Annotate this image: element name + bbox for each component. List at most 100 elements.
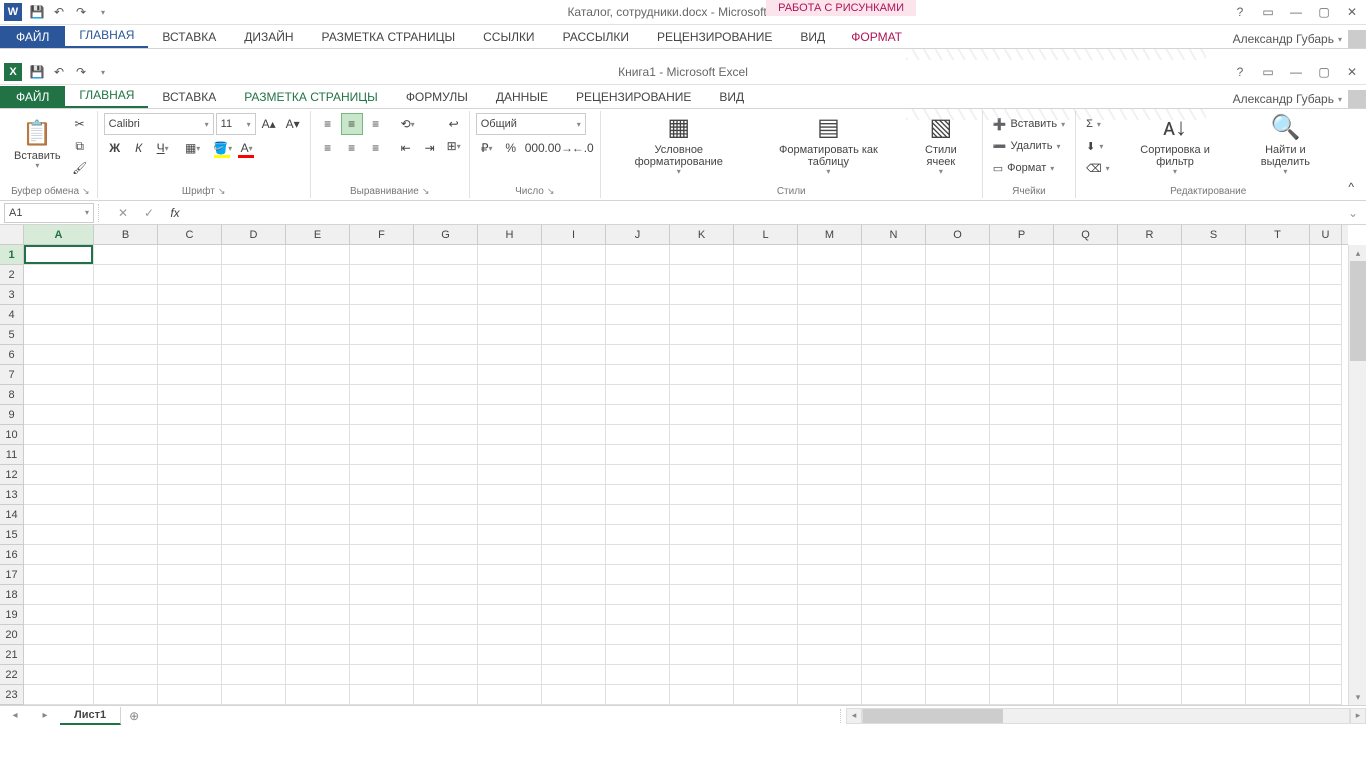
cell[interactable] <box>414 345 478 365</box>
cell[interactable] <box>542 305 606 325</box>
cell[interactable] <box>862 645 926 665</box>
cell[interactable] <box>1054 485 1118 505</box>
cell[interactable] <box>926 325 990 345</box>
column-header-G[interactable]: G <box>414 225 478 244</box>
cell[interactable] <box>990 445 1054 465</box>
column-header-H[interactable]: H <box>478 225 542 244</box>
row-header-11[interactable]: 11 <box>0 445 23 465</box>
cell[interactable] <box>158 385 222 405</box>
cell[interactable] <box>478 645 542 665</box>
cell[interactable] <box>542 605 606 625</box>
cell[interactable] <box>862 605 926 625</box>
word-tab-file[interactable]: ФАЙЛ <box>0 26 65 48</box>
cell[interactable] <box>222 465 286 485</box>
cell[interactable] <box>1054 505 1118 525</box>
cell[interactable] <box>734 245 798 265</box>
cell[interactable] <box>926 585 990 605</box>
cell[interactable] <box>926 265 990 285</box>
cell[interactable] <box>24 245 94 265</box>
cell[interactable] <box>926 305 990 325</box>
cell[interactable] <box>926 285 990 305</box>
cell[interactable] <box>222 505 286 525</box>
cancel-formula-icon[interactable]: ✕ <box>112 203 134 223</box>
cell[interactable] <box>670 445 734 465</box>
align-center-icon[interactable]: ≡ <box>341 137 363 159</box>
select-all-corner[interactable] <box>0 225 24 245</box>
increase-indent-icon[interactable]: ⇥ <box>419 137 441 159</box>
cell[interactable] <box>990 265 1054 285</box>
cell[interactable] <box>158 585 222 605</box>
cell[interactable] <box>414 405 478 425</box>
cell[interactable] <box>94 345 158 365</box>
cell[interactable] <box>990 565 1054 585</box>
align-top-icon[interactable]: ≡ <box>317 113 339 135</box>
cell[interactable] <box>990 245 1054 265</box>
cell[interactable] <box>1246 305 1310 325</box>
cell[interactable] <box>158 605 222 625</box>
cell[interactable] <box>1054 645 1118 665</box>
cell[interactable] <box>222 565 286 585</box>
cell[interactable] <box>606 265 670 285</box>
cell[interactable] <box>542 385 606 405</box>
row-header-6[interactable]: 6 <box>0 345 23 365</box>
cell[interactable] <box>990 465 1054 485</box>
cell[interactable] <box>734 665 798 685</box>
cell[interactable] <box>1182 625 1246 645</box>
row-header-20[interactable]: 20 <box>0 625 23 645</box>
cell[interactable] <box>1310 365 1342 385</box>
cell[interactable] <box>1054 605 1118 625</box>
cell[interactable] <box>798 585 862 605</box>
cell[interactable] <box>1054 685 1118 705</box>
cell[interactable] <box>350 465 414 485</box>
cell[interactable] <box>990 405 1054 425</box>
horizontal-scrollbar[interactable]: ◂ ▸ <box>846 708 1366 724</box>
column-header-F[interactable]: F <box>350 225 414 244</box>
cell[interactable] <box>1182 385 1246 405</box>
format-cells-button[interactable]: ▭Формат▾ <box>989 157 1069 179</box>
cell[interactable] <box>798 365 862 385</box>
excel-tab-file[interactable]: ФАЙЛ <box>0 86 65 108</box>
cell[interactable] <box>350 665 414 685</box>
cell[interactable] <box>350 365 414 385</box>
cell[interactable] <box>1310 465 1342 485</box>
cell[interactable] <box>1246 425 1310 445</box>
cell[interactable] <box>158 405 222 425</box>
cell[interactable] <box>478 605 542 625</box>
cell[interactable] <box>158 245 222 265</box>
cell[interactable] <box>158 345 222 365</box>
cell[interactable] <box>350 425 414 445</box>
cell[interactable] <box>350 385 414 405</box>
cell[interactable] <box>158 525 222 545</box>
cell[interactable] <box>222 365 286 385</box>
cell[interactable] <box>1246 385 1310 405</box>
cell[interactable] <box>862 685 926 705</box>
cell[interactable] <box>1310 545 1342 565</box>
cell[interactable] <box>670 525 734 545</box>
cell[interactable] <box>926 625 990 645</box>
cell[interactable] <box>478 385 542 405</box>
cell[interactable] <box>734 305 798 325</box>
cell[interactable] <box>990 685 1054 705</box>
cell[interactable] <box>1246 445 1310 465</box>
cell[interactable] <box>862 385 926 405</box>
cell[interactable] <box>1118 665 1182 685</box>
cell[interactable] <box>606 345 670 365</box>
cell[interactable] <box>478 245 542 265</box>
cell[interactable] <box>478 665 542 685</box>
accounting-format-icon[interactable]: ₽▾ <box>476 137 498 159</box>
autosum-button[interactable]: Σ▾ <box>1082 113 1114 135</box>
cell[interactable] <box>542 325 606 345</box>
cell[interactable] <box>286 265 350 285</box>
cell[interactable] <box>798 305 862 325</box>
cell[interactable] <box>158 625 222 645</box>
cell[interactable] <box>606 505 670 525</box>
cell[interactable] <box>414 485 478 505</box>
cell[interactable] <box>1182 485 1246 505</box>
font-size-combo[interactable]: 11▾ <box>216 113 256 135</box>
decrease-indent-icon[interactable]: ⇤ <box>395 137 417 159</box>
cell[interactable] <box>1054 565 1118 585</box>
cell[interactable] <box>24 525 94 545</box>
cell[interactable] <box>286 365 350 385</box>
cell[interactable] <box>286 685 350 705</box>
row-header-23[interactable]: 23 <box>0 685 23 705</box>
